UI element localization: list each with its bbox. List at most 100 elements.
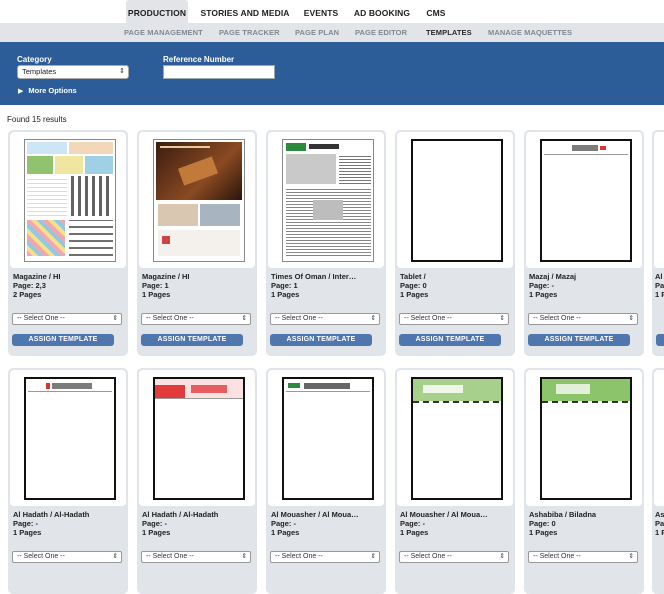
select-placeholder: -- Select One -- xyxy=(533,553,581,560)
template-pages: Page: - xyxy=(13,519,39,528)
template-title: Ashabiba / Biladna xyxy=(529,510,597,519)
assign-template-button[interactable]: ASSIGN TEMPLATE xyxy=(12,334,114,346)
select-placeholder: -- Select One -- xyxy=(275,553,323,560)
subnav-templates[interactable]: TEMPLATES xyxy=(426,23,472,42)
more-options-toggle[interactable]: ▶ More Options xyxy=(18,86,77,95)
select-arrows-icon: ⇕ xyxy=(370,315,376,322)
filter-bar: Category Templates ⇕ Reference Number ▶ M… xyxy=(0,42,664,105)
template-page-count: 1 Pages xyxy=(142,290,171,299)
template-select[interactable]: -- Select One -- ⇕ xyxy=(528,551,638,563)
template-pages: Pag xyxy=(655,519,664,528)
template-select[interactable]: -- Select One -- ⇕ xyxy=(12,551,122,563)
template-thumbnail[interactable] xyxy=(10,370,126,506)
template-card: Ashabiba / Biladna Page: 0 1 Pages -- Se… xyxy=(524,368,644,594)
select-placeholder: -- Select One -- xyxy=(17,315,65,322)
template-select[interactable]: -- Select One -- ⇕ xyxy=(12,313,122,325)
template-card: Al Pa 1 P xyxy=(652,130,664,356)
template-title: Tablet / xyxy=(400,272,426,281)
template-title: Al xyxy=(655,272,663,281)
template-thumbnail[interactable] xyxy=(10,132,126,268)
template-select[interactable]: -- Select One -- ⇕ xyxy=(399,551,509,563)
subnav-page-management[interactable]: PAGE MANAGEMENT xyxy=(124,23,203,42)
template-thumbnail[interactable] xyxy=(526,132,642,268)
template-title: Al Hadath / Al-Hadath xyxy=(13,510,90,519)
template-thumbnail[interactable] xyxy=(654,370,664,506)
select-arrows-icon: ⇕ xyxy=(112,315,118,322)
select-arrows-icon: ⇕ xyxy=(119,68,125,75)
select-arrows-icon: ⇕ xyxy=(628,315,634,322)
select-placeholder: -- Select One -- xyxy=(533,315,581,322)
category-value: Templates xyxy=(22,67,57,76)
select-arrows-icon: ⇕ xyxy=(628,553,634,560)
template-pages: Pa xyxy=(655,281,664,290)
template-page-count: 2 Pages xyxy=(13,290,42,299)
template-page-count: 1 Pages xyxy=(529,528,558,537)
select-arrows-icon: ⇕ xyxy=(499,315,505,322)
template-card: Times Of Oman / Inter… Page: 1 1 Pages -… xyxy=(266,130,386,356)
template-card: Al Mouasher / Al Moua… Page: - 1 Pages -… xyxy=(395,368,515,594)
template-page-count: 1 Pages xyxy=(271,528,300,537)
template-title: Al Mouasher / Al Moua… xyxy=(400,510,488,519)
template-title: Times Of Oman / Inter… xyxy=(271,272,357,281)
assign-template-button[interactable]: ASSIGN TEMPLATE xyxy=(270,334,372,346)
template-pages: Page: - xyxy=(400,519,426,528)
template-title: Ash xyxy=(655,510,664,519)
assign-template-button[interactable] xyxy=(656,334,664,346)
template-select[interactable]: -- Select One -- ⇕ xyxy=(528,313,638,325)
subnav-page-plan[interactable]: PAGE PLAN xyxy=(295,23,339,42)
template-pages: Page: 2,3 xyxy=(13,281,46,290)
assign-template-button[interactable]: ASSIGN TEMPLATE xyxy=(399,334,501,346)
select-placeholder: -- Select One -- xyxy=(17,553,65,560)
select-arrows-icon: ⇕ xyxy=(112,553,118,560)
nav-cms[interactable]: CMS xyxy=(423,0,449,23)
template-card: Ash Pag 1 P xyxy=(652,368,664,594)
subnav-manage-maquettes[interactable]: MANAGE MAQUETTES xyxy=(488,23,572,42)
template-card: Al Hadath / Al-Hadath Page: - 1 Pages --… xyxy=(8,368,128,594)
subnav-page-tracker[interactable]: PAGE TRACKER xyxy=(219,23,280,42)
template-select[interactable]: -- Select One -- ⇕ xyxy=(141,313,251,325)
template-thumbnail[interactable] xyxy=(654,132,664,268)
select-arrows-icon: ⇕ xyxy=(241,315,247,322)
assign-template-button[interactable]: ASSIGN TEMPLATE xyxy=(141,334,243,346)
template-select[interactable]: -- Select One -- ⇕ xyxy=(399,313,509,325)
template-card: Magazine / HI Page: 1 1 Pages -- Select … xyxy=(137,130,257,356)
template-select[interactable]: -- Select One -- ⇕ xyxy=(141,551,251,563)
assign-template-button[interactable]: ASSIGN TEMPLATE xyxy=(528,334,630,346)
nav-ad-booking[interactable]: AD BOOKING xyxy=(350,0,414,23)
category-select[interactable]: Templates ⇕ xyxy=(17,65,129,79)
template-pages: Page: - xyxy=(271,519,297,528)
top-navigation: PRODUCTION STORIES AND MEDIA EVENTS AD B… xyxy=(0,0,664,23)
subnav-page-editor[interactable]: PAGE EDITOR xyxy=(355,23,407,42)
nav-stories-and-media[interactable]: STORIES AND MEDIA xyxy=(199,0,291,23)
reference-number-input[interactable] xyxy=(163,65,275,79)
template-select[interactable]: -- Select One -- ⇕ xyxy=(270,313,380,325)
template-thumbnail[interactable] xyxy=(268,132,384,268)
reference-number-label: Reference Number xyxy=(163,55,235,64)
template-page-count: 1 Pages xyxy=(13,528,42,537)
template-title: Mazaj / Mazaj xyxy=(529,272,577,281)
select-placeholder: -- Select One -- xyxy=(404,553,452,560)
select-placeholder: -- Select One -- xyxy=(146,315,194,322)
template-title: Al Mouasher / Al Moua… xyxy=(271,510,359,519)
template-thumbnail[interactable] xyxy=(397,370,513,506)
template-card: Tablet / Page: 0 1 Pages -- Select One -… xyxy=(395,130,515,356)
template-thumbnail[interactable] xyxy=(139,370,255,506)
triangle-right-icon: ▶ xyxy=(18,88,24,95)
nav-events[interactable]: EVENTS xyxy=(301,0,341,23)
category-label: Category xyxy=(17,55,52,64)
select-arrows-icon: ⇕ xyxy=(499,553,505,560)
template-thumbnail[interactable] xyxy=(139,132,255,268)
template-thumbnail[interactable] xyxy=(397,132,513,268)
template-pages: Page: 0 xyxy=(400,281,427,290)
results-count: Found 15 results xyxy=(7,115,67,124)
template-page-count: 1 Pages xyxy=(271,290,300,299)
more-options-label: More Options xyxy=(28,86,77,95)
template-select[interactable]: -- Select One -- ⇕ xyxy=(270,551,380,563)
nav-production[interactable]: PRODUCTION xyxy=(126,0,188,23)
sub-navigation: PAGE MANAGEMENT PAGE TRACKER PAGE PLAN P… xyxy=(0,23,664,42)
template-thumbnail[interactable] xyxy=(526,370,642,506)
select-arrows-icon: ⇕ xyxy=(241,553,247,560)
template-pages: Page: 0 xyxy=(529,519,556,528)
template-pages: Page: 1 xyxy=(271,281,298,290)
template-thumbnail[interactable] xyxy=(268,370,384,506)
